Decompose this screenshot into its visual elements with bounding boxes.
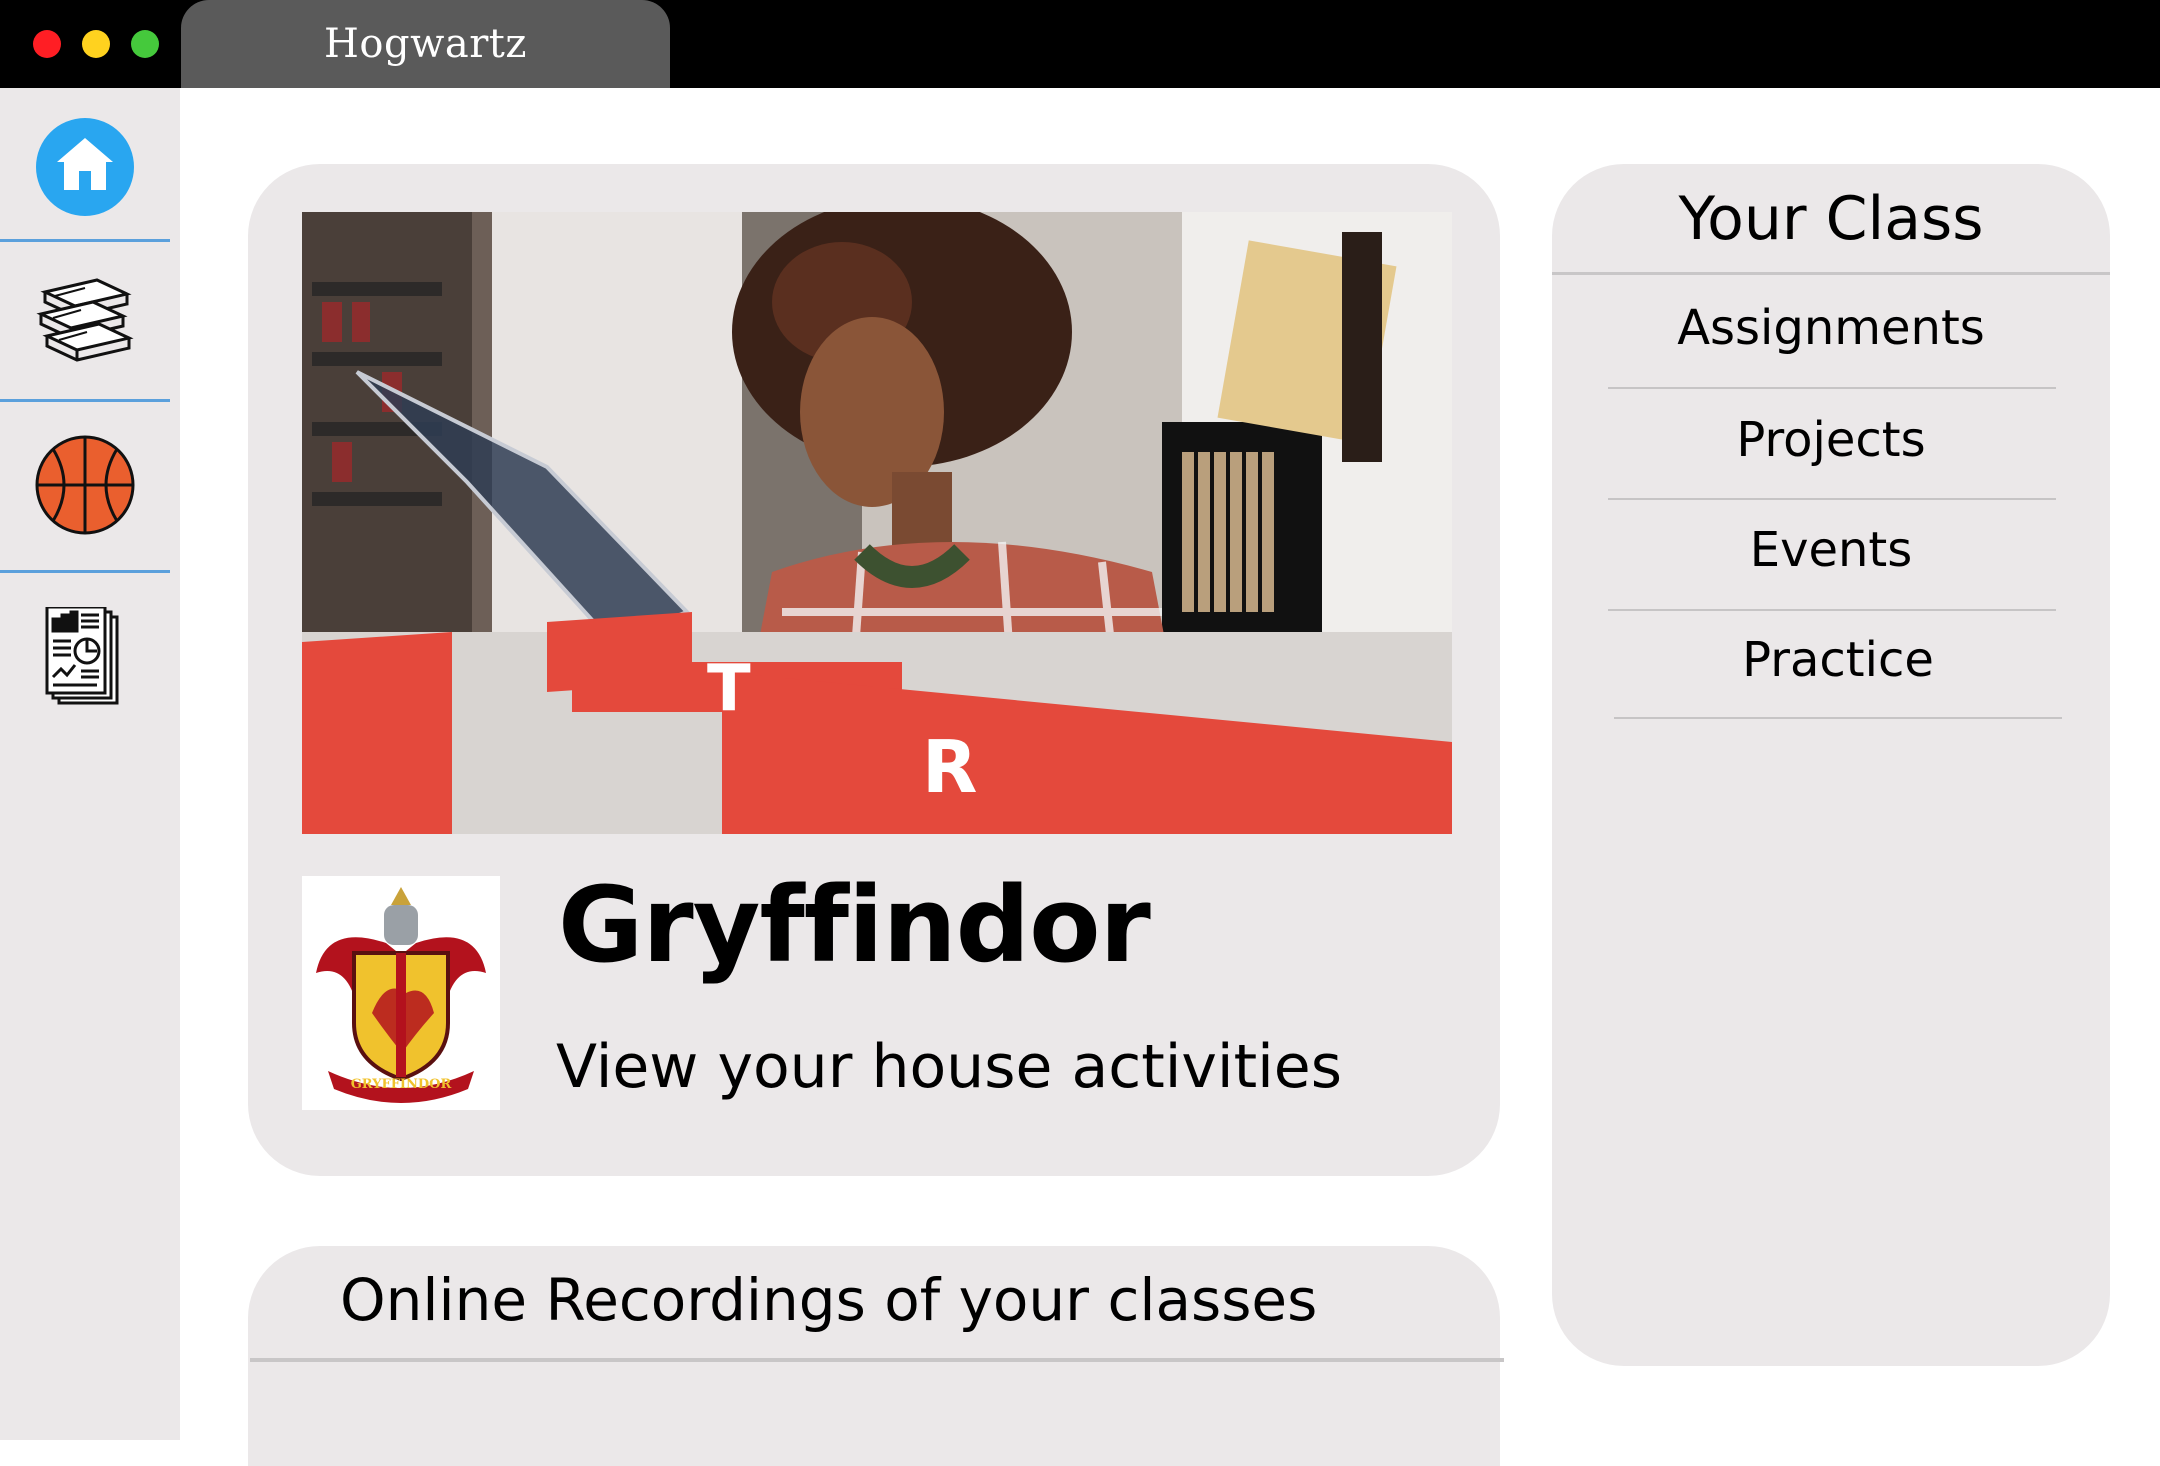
sidebar-item-sports[interactable] xyxy=(0,406,170,564)
your-class-title-divider xyxy=(1552,272,2110,275)
books-icon xyxy=(36,278,134,362)
maximize-button[interactable] xyxy=(131,30,159,58)
home-icon xyxy=(36,118,134,216)
close-button[interactable] xyxy=(33,30,61,58)
sidebar-item-reports[interactable] xyxy=(0,578,170,736)
class-item-assignments[interactable]: Assignments xyxy=(1552,300,2110,356)
banner-letter-r: R xyxy=(922,725,977,809)
crest-text: GRYFFINDOR xyxy=(351,1077,452,1092)
class-item-divider xyxy=(1608,387,2056,389)
recordings-divider xyxy=(250,1358,1504,1362)
class-item-divider xyxy=(1608,498,2056,500)
sidebar-divider xyxy=(0,239,170,242)
sidebar-divider xyxy=(0,570,170,573)
tab-hogwartz[interactable]: Hogwartz xyxy=(181,0,670,88)
hero-image: T R xyxy=(302,212,1452,834)
gryffindor-crest-icon: GRYFFINDOR xyxy=(302,876,500,1110)
class-item-divider xyxy=(1608,609,2056,611)
class-item-practice[interactable]: Practice xyxy=(1552,632,2110,688)
class-item-projects[interactable]: Projects xyxy=(1552,412,2110,468)
your-class-panel: Your Class Assignments Projects Events P… xyxy=(1552,164,2110,1366)
minimize-button[interactable] xyxy=(82,30,110,58)
title-bar: Hogwartz xyxy=(0,0,2160,88)
your-class-title: Your Class xyxy=(1678,184,1984,254)
banner-letter-t: T xyxy=(707,652,751,726)
sidebar-divider xyxy=(0,399,170,402)
sidebar-item-books[interactable] xyxy=(0,243,170,401)
house-name: Gryffindor xyxy=(558,864,1151,986)
sidebar xyxy=(0,88,180,1440)
report-icon xyxy=(45,607,119,705)
house-card[interactable]: T R GRYFFINDOR Gryffindor View your hous… xyxy=(248,164,1500,1176)
class-item-divider xyxy=(1614,717,2062,719)
class-item-events[interactable]: Events xyxy=(1552,522,2110,578)
sidebar-item-home[interactable] xyxy=(0,88,170,246)
house-subtitle[interactable]: View your house activities xyxy=(556,1032,1342,1102)
basketball-icon xyxy=(35,435,135,535)
recordings-title: Online Recordings of your classes xyxy=(340,1266,1318,1334)
recordings-card[interactable]: Online Recordings of your classes xyxy=(248,1246,1504,1466)
